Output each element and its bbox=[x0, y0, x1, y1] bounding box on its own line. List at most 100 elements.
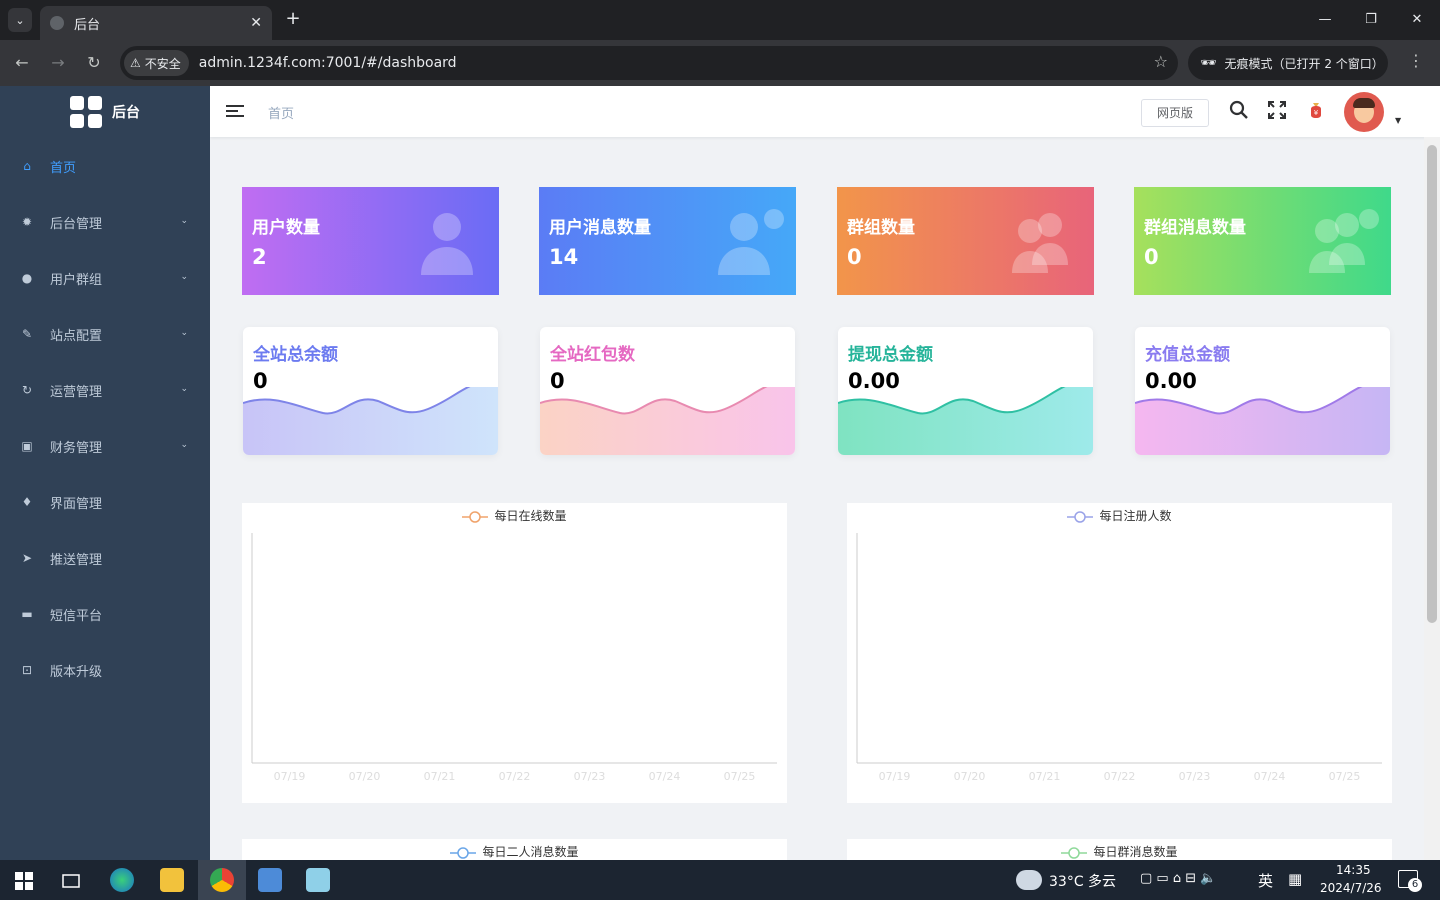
x-tick-label: 07/23 bbox=[574, 770, 606, 783]
sidebar-item-label: 用户群组 bbox=[50, 272, 103, 288]
avatar-dropdown-icon[interactable]: ▼ bbox=[1395, 116, 1401, 125]
avatar[interactable] bbox=[1344, 92, 1384, 132]
shirt-icon: ♦ bbox=[21, 495, 33, 509]
stat-card: 用户消息数量 14 bbox=[539, 187, 796, 295]
incognito-indicator[interactable]: 🕶 无痕模式（已打开 2 个窗口） bbox=[1188, 46, 1388, 80]
notepad-icon[interactable] bbox=[306, 868, 330, 892]
url-text: admin.1234f.com:7001/#/dashboard bbox=[198, 55, 457, 71]
sidebar-item-label: 首页 bbox=[50, 160, 77, 176]
browser-menu-icon[interactable]: ⋮ bbox=[1408, 51, 1424, 70]
summary-card: 全站红包数 0 bbox=[540, 327, 795, 455]
gear-icon: ✹ bbox=[21, 215, 33, 229]
reload-button[interactable]: ↻ bbox=[82, 51, 106, 75]
x-tick-label: 07/20 bbox=[954, 770, 986, 783]
search-icon[interactable] bbox=[1229, 100, 1249, 125]
forward-button[interactable]: → bbox=[46, 51, 70, 75]
stat-title: 用户数量 bbox=[252, 218, 320, 238]
legend-marker-icon bbox=[450, 846, 477, 859]
x-tick-label: 07/25 bbox=[724, 770, 756, 783]
summary-title: 全站红包数 bbox=[550, 345, 635, 365]
clock-date[interactable]: 2024/7/26 bbox=[1320, 881, 1382, 895]
stat-title: 群组数量 bbox=[847, 218, 915, 238]
chevron-down-icon: ⌄ bbox=[180, 272, 188, 282]
clock-time[interactable]: 14:35 bbox=[1336, 863, 1371, 877]
breadcrumb[interactable]: 首页 bbox=[268, 103, 294, 122]
sidebar-item-label: 站点配置 bbox=[50, 328, 103, 344]
minimize-button[interactable]: — bbox=[1302, 0, 1348, 40]
x-tick-label: 07/21 bbox=[1029, 770, 1061, 783]
sidebar-item-label: 界面管理 bbox=[50, 496, 103, 512]
tray-icons[interactable]: ▢ ▭ ⌂ ⊟ 🔈 bbox=[1140, 871, 1216, 886]
restore-button[interactable]: ❐ bbox=[1348, 0, 1394, 40]
new-tab-button[interactable]: + bbox=[282, 8, 304, 30]
chart-plot-area: 07/19 07/20 07/21 07/22 07/23 07/24 07/25 bbox=[251, 533, 777, 783]
windows-taskbar: 33°C 多云 ▢ ▭ ⌂ ⊟ 🔈 英 ▦ 14:35 2024/7/26 6 bbox=[0, 860, 1440, 900]
wave-decoration bbox=[1135, 387, 1390, 455]
windows-start-icon[interactable] bbox=[15, 872, 33, 890]
edge-icon[interactable] bbox=[110, 868, 134, 892]
stat-value: 0 bbox=[1144, 245, 1159, 269]
browser-tab[interactable]: 后台 ✕ bbox=[40, 6, 272, 40]
keyboard-icon[interactable]: ▦ bbox=[1288, 870, 1302, 888]
web-version-button[interactable]: 网页版 bbox=[1141, 99, 1209, 127]
sidebar-item[interactable]: ✹ 后台管理 ⌄ bbox=[0, 194, 210, 250]
x-tick-label: 07/20 bbox=[349, 770, 381, 783]
back-button[interactable]: ← bbox=[10, 51, 34, 75]
security-chip[interactable]: ⚠ 不安全 bbox=[124, 50, 189, 76]
x-tick-label: 07/21 bbox=[424, 770, 456, 783]
tab-close-icon[interactable]: ✕ bbox=[250, 15, 262, 31]
wave-decoration bbox=[243, 387, 498, 455]
chart-plot-area: 07/19 07/20 07/21 07/22 07/23 07/24 07/25 bbox=[856, 533, 1382, 783]
chart-legend[interactable]: 每日二人消息数量 bbox=[242, 843, 787, 860]
stat-title: 群组消息数量 bbox=[1144, 218, 1246, 238]
chart-legend[interactable]: 每日群消息数量 bbox=[847, 843, 1392, 860]
tab-search-button[interactable]: ⌄ bbox=[8, 8, 32, 32]
summary-card: 充值总金额 0.00 bbox=[1135, 327, 1390, 455]
svg-text:¥: ¥ bbox=[1314, 109, 1319, 117]
chrome-icon[interactable] bbox=[210, 868, 234, 892]
sidebar-item[interactable]: ▣ 财务管理 ⌄ bbox=[0, 418, 210, 474]
insecure-label: 不安全 bbox=[144, 56, 181, 71]
x-tick-label: 07/25 bbox=[1329, 770, 1361, 783]
sidebar-item-label: 短信平台 bbox=[50, 608, 103, 624]
money-bag-icon[interactable]: ¥ bbox=[1306, 100, 1326, 125]
sidebar-item[interactable]: ● 用户群组 ⌄ bbox=[0, 250, 210, 306]
sidebar-item[interactable]: ✎ 站点配置 ⌄ bbox=[0, 306, 210, 362]
sidebar-item[interactable]: ↻ 运营管理 ⌄ bbox=[0, 362, 210, 418]
remote-desktop-icon[interactable] bbox=[258, 868, 282, 892]
group-message-icon bbox=[1309, 209, 1379, 273]
warning-icon: ⚠ bbox=[130, 56, 141, 70]
fullscreen-icon[interactable] bbox=[1267, 100, 1287, 125]
task-view-icon[interactable] bbox=[62, 872, 80, 890]
sidebar-item[interactable]: ⊡ 版本升级 bbox=[0, 642, 210, 698]
chevron-down-icon: ⌄ bbox=[180, 440, 188, 450]
x-tick-label: 07/22 bbox=[499, 770, 531, 783]
weather-cloud-icon[interactable] bbox=[1016, 870, 1042, 890]
stat-card: 群组数量 0 bbox=[837, 187, 1094, 295]
sidebar: 后台 ⌂ 首页 ✹ 后台管理 ⌄ ● 用户群组 ⌄ ✎ 站点配置 ⌄ ↻ 运营管理 ⌄ ▣ 财务管理 ⌄ ♦ 界面管… bbox=[0, 86, 210, 860]
bookmark-star-icon[interactable]: ☆ bbox=[1154, 52, 1168, 71]
send-icon: ➤ bbox=[21, 551, 33, 565]
x-tick-label: 07/23 bbox=[1179, 770, 1211, 783]
sidebar-item[interactable]: ➤ 推送管理 bbox=[0, 530, 210, 586]
page-scrollbar[interactable] bbox=[1424, 137, 1440, 860]
user-silhouette-icon bbox=[421, 213, 473, 275]
browser-toolbar: ← → ↻ ⚠ 不安全 admin.1234f.com:7001/#/dashb… bbox=[0, 40, 1440, 86]
sidebar-item[interactable]: ▬ 短信平台 bbox=[0, 586, 210, 642]
address-bar[interactable]: ⚠ 不安全 admin.1234f.com:7001/#/dashboard ☆ bbox=[120, 46, 1178, 80]
ime-indicator[interactable]: 英 bbox=[1258, 870, 1273, 891]
sidebar-item[interactable]: ♦ 界面管理 bbox=[0, 474, 210, 530]
scrollbar-thumb[interactable] bbox=[1427, 145, 1437, 623]
stat-value: 14 bbox=[549, 245, 579, 269]
legend-marker-icon bbox=[1061, 846, 1088, 859]
hamburger-icon[interactable] bbox=[226, 102, 244, 120]
weather-text[interactable]: 33°C 多云 bbox=[1049, 871, 1116, 891]
user-icon: ● bbox=[21, 271, 33, 285]
close-window-button[interactable]: ✕ bbox=[1394, 0, 1440, 40]
wrench-icon: ✎ bbox=[21, 327, 33, 341]
brand: 后台 bbox=[0, 86, 210, 138]
summary-card: 全站总余额 0 bbox=[243, 327, 498, 455]
sidebar-item[interactable]: ⌂ 首页 bbox=[0, 138, 210, 194]
file-explorer-icon[interactable] bbox=[160, 868, 184, 892]
stat-value: 2 bbox=[252, 245, 267, 269]
